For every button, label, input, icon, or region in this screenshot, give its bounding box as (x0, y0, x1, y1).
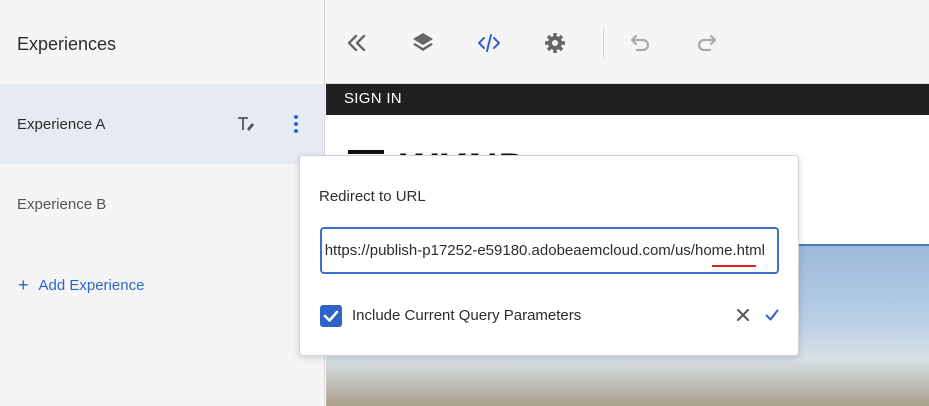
add-experience-label: Add Experience (38, 276, 145, 294)
more-options-icon[interactable] (288, 114, 304, 134)
settings-icon[interactable] (543, 31, 567, 55)
undo-icon[interactable] (628, 31, 652, 55)
dialog-title: Redirect to URL (319, 188, 426, 205)
toolbar-divider (603, 28, 604, 58)
url-value: https://publish-p17252-e59180.adobeaemcl… (324, 242, 765, 259)
experience-label: Experience B (17, 196, 107, 213)
spellcheck-underline (712, 265, 756, 267)
hamburger-icon (348, 150, 384, 154)
signin-bar: SIGN IN (326, 84, 929, 115)
collapse-icon[interactable] (345, 31, 369, 55)
editor-toolbar (325, 0, 929, 84)
redo-icon[interactable] (695, 31, 719, 55)
experience-item-b[interactable]: Experience B (0, 164, 324, 244)
redirect-url-dialog: Redirect to URL https://publish-p17252-e… (299, 155, 799, 356)
layers-icon[interactable] (411, 31, 435, 55)
experience-item-a[interactable]: Experience A (0, 84, 324, 164)
experiences-panel: Experiences Experience A Experience B + … (0, 0, 325, 406)
redirect-url-input[interactable]: https://publish-p17252-e59180.adobeaemcl… (320, 227, 779, 274)
plus-icon: + (18, 275, 29, 295)
code-icon[interactable] (477, 31, 501, 55)
rename-icon[interactable] (236, 114, 256, 134)
signin-link[interactable]: SIGN IN (344, 90, 402, 107)
confirm-icon[interactable] (765, 308, 779, 322)
panel-title: Experiences (17, 34, 117, 54)
include-query-params-checkbox[interactable] (320, 305, 342, 327)
experience-label: Experience A (17, 116, 106, 133)
check-icon (323, 310, 339, 322)
checkbox-label: Include Current Query Parameters (352, 307, 582, 324)
cancel-icon[interactable] (736, 308, 750, 322)
add-experience-button[interactable]: + Add Experience (18, 276, 144, 294)
